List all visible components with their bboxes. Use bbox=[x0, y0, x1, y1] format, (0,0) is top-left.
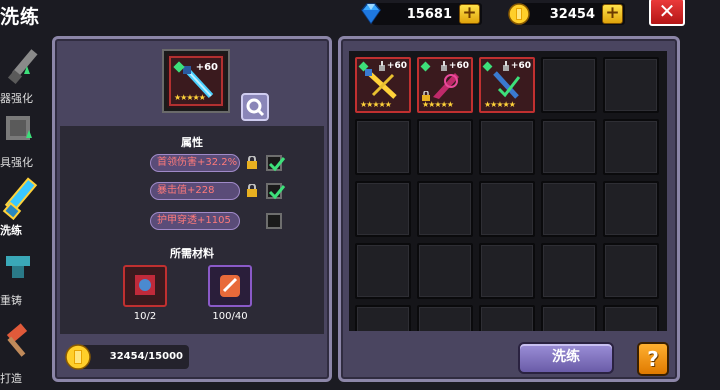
inventory-slot[interactable] bbox=[603, 305, 659, 331]
refine-button[interactable]: 洗练 bbox=[518, 342, 614, 374]
page-title: 洗练 bbox=[0, 6, 41, 28]
add-gems-button[interactable]: + bbox=[459, 4, 480, 24]
inventory-grid: +60 ★★★★★ +60 ★★★★★ +60 ★★★★★ bbox=[349, 51, 667, 331]
inventory-slot[interactable] bbox=[355, 181, 411, 237]
tab-label: 器强化 bbox=[0, 92, 33, 105]
attribute-row: 护甲穿透+1105 bbox=[150, 212, 240, 230]
material-slot[interactable] bbox=[123, 265, 167, 307]
item-level: +60 bbox=[448, 61, 469, 71]
inventory-slot[interactable] bbox=[355, 119, 411, 175]
tab-weapon-enhance[interactable]: 器强化 bbox=[0, 44, 46, 106]
armor-icon bbox=[6, 116, 32, 140]
tab-refine[interactable]: 洗练 bbox=[0, 176, 46, 238]
item-stars: ★★★★★ bbox=[360, 100, 392, 109]
help-button[interactable]: ? bbox=[637, 342, 669, 376]
sword-icon bbox=[7, 49, 38, 85]
item-level: +60 bbox=[510, 61, 531, 71]
pink-dagger-icon bbox=[433, 73, 459, 99]
inventory-slot[interactable] bbox=[603, 181, 659, 237]
inventory-slot[interactable] bbox=[355, 243, 411, 299]
check-icon bbox=[268, 157, 286, 172]
tab-label: 具强化 bbox=[0, 156, 33, 169]
gold-cost-value: 32454/15000 bbox=[109, 351, 183, 362]
inventory-slot[interactable] bbox=[541, 57, 597, 113]
tab-label: 洗练 bbox=[0, 224, 22, 237]
inventory-slot[interactable] bbox=[603, 119, 659, 175]
material-count: 10/2 bbox=[133, 311, 157, 322]
add-coins-button[interactable]: + bbox=[602, 4, 623, 24]
tab-recast[interactable]: 重铸 bbox=[0, 246, 46, 308]
inventory-slot[interactable]: +60 ★★★★★ bbox=[417, 57, 473, 113]
gold-cost: 32454/15000 bbox=[65, 344, 189, 370]
inventory-panel: +60 ★★★★★ +60 ★★★★★ +60 ★★★★★ 洗练 ? bbox=[338, 36, 680, 382]
gem-counter: 15681 + bbox=[361, 3, 482, 25]
blue-dagger-icon bbox=[493, 71, 521, 99]
attribute-checkbox[interactable] bbox=[266, 183, 286, 200]
coin-icon bbox=[508, 3, 530, 25]
inventory-slot[interactable]: +60 ★★★★★ bbox=[479, 57, 535, 113]
magnify-button[interactable] bbox=[241, 93, 269, 121]
glowing-sword-icon bbox=[2, 177, 38, 221]
item-stars: ★★★★★ bbox=[174, 93, 206, 102]
materials-section: 所需材料 10/2 100/40 bbox=[60, 239, 324, 334]
tab-armor-enhance[interactable]: 具强化 bbox=[0, 108, 46, 170]
material-count: 100/40 bbox=[212, 311, 248, 322]
attribute-checkbox[interactable] bbox=[266, 213, 282, 229]
coin-counter: 32454 + bbox=[508, 3, 625, 25]
scroll-icon bbox=[220, 275, 240, 297]
hammer-icon bbox=[6, 323, 28, 357]
inventory-slot[interactable]: +60 ★★★★★ bbox=[355, 57, 411, 113]
lock-icon bbox=[379, 61, 385, 71]
close-button[interactable]: ✕ bbox=[649, 0, 685, 26]
lock-icon[interactable] bbox=[246, 156, 258, 169]
attribute-row: 暴击值+228 bbox=[150, 182, 240, 200]
check-icon bbox=[268, 185, 286, 200]
gem-amount: 15681 bbox=[406, 6, 452, 22]
inventory-slot[interactable] bbox=[417, 305, 473, 331]
inventory-slot[interactable] bbox=[541, 181, 597, 237]
inventory-slot[interactable] bbox=[479, 119, 535, 175]
inventory-slot[interactable] bbox=[417, 243, 473, 299]
diamond-icon bbox=[361, 3, 381, 25]
tab-label: 打造 bbox=[0, 372, 22, 385]
inventory-slot[interactable] bbox=[355, 305, 411, 331]
inventory-slot[interactable] bbox=[417, 119, 473, 175]
attribute-checkbox[interactable] bbox=[266, 155, 286, 172]
item-stars: ★★★★★ bbox=[422, 100, 454, 109]
inventory-slot[interactable] bbox=[541, 243, 597, 299]
selected-item-slot[interactable]: +60 ★★★★★ bbox=[164, 51, 228, 111]
lock-icon bbox=[503, 61, 509, 71]
inventory-slot[interactable] bbox=[479, 243, 535, 299]
attribute-title: 属性 bbox=[181, 136, 203, 149]
golden-dagger-icon bbox=[365, 69, 397, 99]
inventory-slot[interactable] bbox=[603, 57, 659, 113]
inventory-slot[interactable] bbox=[479, 305, 535, 331]
lock-icon[interactable] bbox=[246, 184, 258, 197]
inventory-slot[interactable] bbox=[479, 181, 535, 237]
attribute-section: 属性 首领伤害+32.2% 暴击值+228 护甲穿透+1105 bbox=[60, 126, 324, 244]
anvil-icon bbox=[6, 256, 30, 278]
coin-icon bbox=[65, 344, 91, 370]
inventory-slot[interactable] bbox=[417, 181, 473, 237]
tab-forge[interactable]: 打造 bbox=[0, 318, 46, 390]
materials-title: 所需材料 bbox=[170, 247, 214, 260]
magnifier-icon bbox=[246, 98, 265, 117]
inventory-slot[interactable] bbox=[541, 305, 597, 331]
blue-stone-icon bbox=[135, 275, 155, 295]
item-detail-panel: +60 ★★★★★ 属性 首领伤害+32.2% 暴击值+228 护甲穿透+110… bbox=[52, 36, 332, 382]
inventory-slot[interactable] bbox=[603, 243, 659, 299]
item-level: +60 bbox=[386, 61, 407, 71]
coin-amount: 32454 bbox=[549, 6, 595, 22]
tab-label: 重铸 bbox=[0, 294, 22, 307]
lock-icon bbox=[441, 61, 447, 71]
item-level: +60 bbox=[195, 62, 218, 73]
attribute-row: 首领伤害+32.2% bbox=[150, 154, 240, 172]
item-stars: ★★★★★ bbox=[484, 100, 516, 109]
inventory-slot[interactable] bbox=[541, 119, 597, 175]
material-slot[interactable] bbox=[208, 265, 252, 307]
